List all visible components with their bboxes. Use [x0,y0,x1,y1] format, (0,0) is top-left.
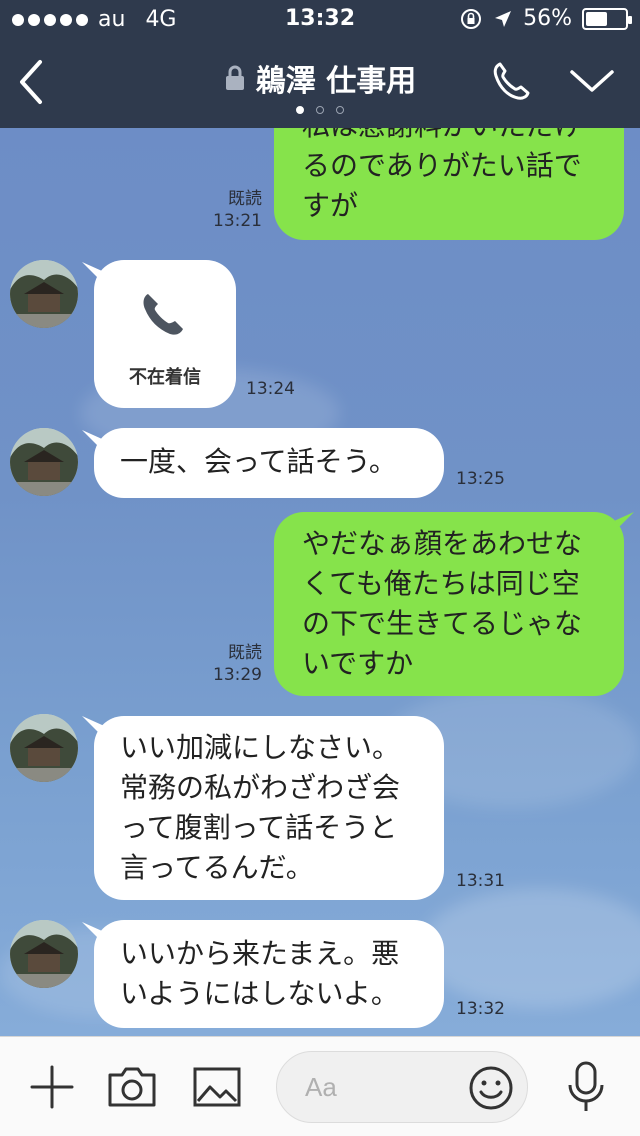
camera-icon [108,1067,156,1107]
read-receipt: 既読 [228,189,262,209]
plus-icon [30,1065,74,1109]
avatar[interactable] [10,714,78,782]
image-icon [193,1067,241,1107]
message-text-line: いい加減にしなさい。 [120,731,401,764]
message-time: 13:31 [456,871,505,891]
battery-icon [582,7,632,30]
message-time: 13:24 [246,379,295,399]
voice-button[interactable] [564,1059,608,1119]
message-time: 13:21 [213,211,262,231]
message-bubble-outgoing[interactable]: やだなぁ顔をあわせな くても俺たちは同じ空 の下で生きてるじゃな いですか [274,512,624,696]
contact-photo-icon [10,920,78,988]
chat-title[interactable]: 鵜澤 仕事用 [256,56,416,100]
avatar[interactable] [10,428,78,496]
missed-call-bubble[interactable]: 不在着信 [94,260,236,408]
message-time: 13:32 [456,999,505,1019]
microphone-icon [568,1061,604,1111]
message-bubble-incoming[interactable]: いい加減にしなさい。 常務の私がわざわざ会 って腹割って話そうと 言ってるんだ。 [94,716,444,900]
message-text-line: すが [302,189,359,222]
battery-percent: 56% [523,6,572,31]
message-bubble-incoming[interactable]: 一度、会って話そう。 [94,428,444,498]
page-indicator [0,106,640,114]
emoji-icon [469,1066,513,1110]
emoji-button[interactable] [467,1064,515,1116]
message-time: 13:25 [456,469,505,489]
page-dot [316,106,324,114]
message-text-line: の下で生きてるじゃな [302,607,583,640]
message-text-line: 一度、会って話そう。 [120,445,397,478]
contact-photo-icon [10,260,78,328]
phone-icon [493,62,530,100]
chat-header: 鵜澤 仕事用 [0,40,640,128]
avatar[interactable] [10,260,78,328]
add-button[interactable] [28,1063,76,1115]
message-text-line: って腹割って話そうと [120,811,398,844]
read-receipt: 既読 [228,643,262,663]
rotation-lock-icon [461,8,482,29]
message-text-line: 私は慰謝料がいただけ [302,128,600,146]
status-bar: au 4G 13:32 56% [0,0,640,40]
message-bubble-incoming[interactable]: いいから来たまえ。悪 いようにはしないよ。 [94,920,444,1028]
chevron-down-icon [570,70,614,92]
message-input-placeholder: Aa [305,1072,337,1102]
message-text-line: 言ってるんだ。 [120,851,314,884]
image-button[interactable] [192,1065,242,1113]
page-dot [336,106,344,114]
message-text-line: るのでありがたい話で [302,149,582,182]
message-text-line: 常務の私がわざわざ会 [120,771,401,804]
phone-icon [143,294,183,335]
message-time: 13:29 [213,665,262,685]
message-text-line: いですか [302,647,414,680]
contact-photo-icon [10,714,78,782]
chat-area[interactable]: 私は慰謝料がいただけ るのでありがたい話で すが 既読 13:21 不在着信 1… [0,128,640,1036]
missed-call-label: 不在着信 [129,367,201,388]
chat-menu-button[interactable] [566,62,618,102]
message-text-line: くても俺たちは同じ空 [302,567,580,600]
call-button[interactable] [486,56,536,106]
message-text-line: いようにはしないよ。 [120,977,399,1010]
lock-icon [225,65,244,90]
page-dot [296,106,304,114]
message-meta: 既読 13:29 [200,642,262,686]
message-bubble-outgoing[interactable]: 私は慰謝料がいただけ るのでありがたい話で すが [274,128,624,240]
message-text-line: やだなぁ顔をあわせな [302,527,583,560]
composer-bar: Aa [0,1036,640,1136]
message-input[interactable]: Aa [276,1051,528,1123]
avatar[interactable] [10,920,78,988]
camera-button[interactable] [106,1065,158,1113]
message-text-line: いいから来たまえ。悪 [120,937,400,970]
message-meta: 既読 13:21 [200,188,262,232]
location-icon [495,10,512,27]
contact-photo-icon [10,428,78,496]
